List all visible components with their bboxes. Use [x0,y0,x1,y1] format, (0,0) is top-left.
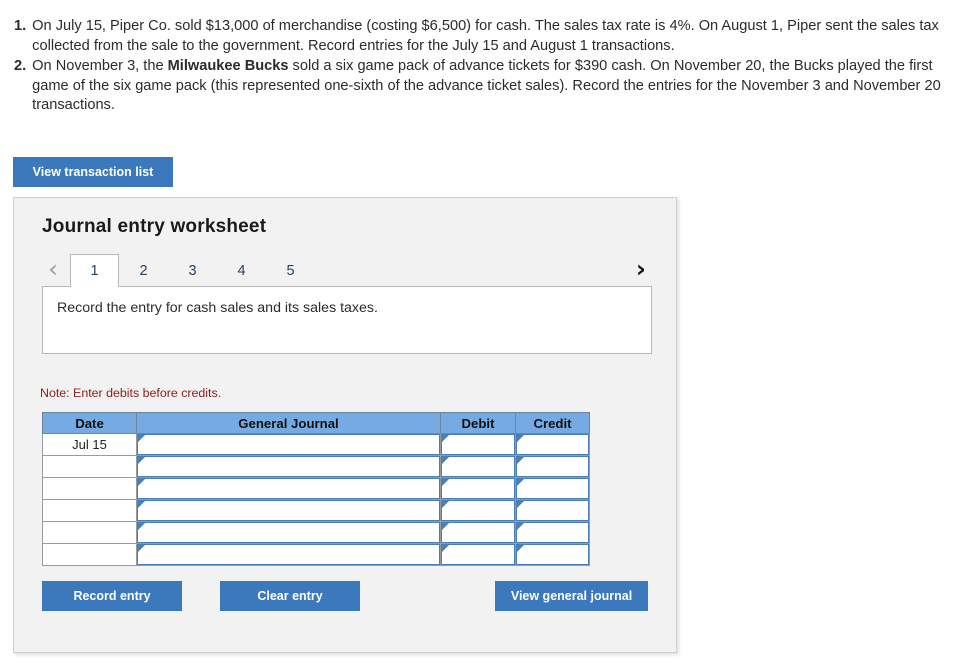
debit-input[interactable] [450,523,512,542]
date-cell [42,521,137,544]
general-journal-input-cell[interactable] [136,543,441,566]
problem-item: 1. On July 15, Piper Co. sold $13,000 of … [14,17,943,56]
debit-input[interactable] [450,435,512,454]
credit-input-cell[interactable] [515,477,590,500]
general-journal-input[interactable] [146,435,437,454]
debit-input-cell[interactable] [440,499,516,522]
date-cell [42,543,137,566]
credit-input[interactable] [525,479,586,498]
record-entry-button[interactable]: Record entry [42,581,182,611]
general-journal-input-cell[interactable] [136,455,441,478]
column-header: Credit [515,412,590,434]
general-journal-input-cell[interactable] [136,499,441,522]
worksheet-tab-1[interactable]: 1 [70,254,119,287]
worksheet-title: Journal entry worksheet [42,216,267,237]
credit-input[interactable] [525,457,586,476]
credit-input[interactable] [525,545,586,564]
journal-entry-worksheet-panel: Journal entry worksheet ‹ 12345 › Record… [13,197,677,653]
worksheet-tab-list: 12345 [70,254,315,287]
table-row [42,477,590,500]
table-row [42,543,590,566]
credit-input-cell[interactable] [515,543,590,566]
journal-entry-table: Date General Journal Debit Credit Jul 15 [42,412,590,566]
general-journal-input[interactable] [146,501,437,520]
date-cell: Jul 15 [42,433,137,456]
credit-input-cell[interactable] [515,521,590,544]
table-body: Jul 15 [42,433,590,566]
general-journal-input[interactable] [146,479,437,498]
date-cell [42,499,137,522]
column-header: Date [42,412,137,434]
worksheet-tab-strip: ‹ 12345 › [42,254,652,287]
table-row: Jul 15 [42,433,590,456]
problem-emphasis: Milwaukee Bucks [167,58,289,74]
problem-fragment: On November 3, the [32,58,168,74]
debit-input[interactable] [450,501,512,520]
general-journal-input[interactable] [146,545,437,564]
debit-input[interactable] [450,479,512,498]
column-header: Debit [440,412,516,434]
worksheet-tab-4[interactable]: 4 [217,254,266,287]
general-journal-input[interactable] [146,457,437,476]
credit-input-cell[interactable] [515,433,590,456]
instruction-text: Record the entry for cash sales and its … [57,300,378,316]
debit-input-cell[interactable] [440,521,516,544]
table-header-row: Date General Journal Debit Credit [42,412,590,434]
problem-item: 2. On November 3, the Milwaukee Bucks sol… [14,57,943,116]
chevron-right-icon[interactable]: › [630,254,652,287]
view-transaction-list-button[interactable]: View transaction list [13,157,173,187]
table-row [42,521,590,544]
debits-before-credits-note: Note: Enter debits before credits. [40,386,222,400]
date-cell [42,455,137,478]
column-header: General Journal [136,412,441,434]
problem-statement-list: 1. On July 15, Piper Co. sold $13,000 of … [0,0,957,116]
general-journal-input[interactable] [146,523,437,542]
worksheet-tab-2[interactable]: 2 [119,254,168,287]
credit-input-cell[interactable] [515,499,590,522]
credit-input-cell[interactable] [515,455,590,478]
credit-input[interactable] [525,523,586,542]
credit-input[interactable] [525,435,586,454]
general-journal-input-cell[interactable] [136,477,441,500]
debit-input-cell[interactable] [440,543,516,566]
problem-text: On July 15, Piper Co. sold $13,000 of me… [32,17,943,56]
debit-input[interactable] [450,457,512,476]
problem-text: On November 3, the Milwaukee Bucks sold … [32,57,943,116]
problem-fragment: On July 15, Piper Co. sold $13,000 of me… [32,18,939,54]
table-row [42,499,590,522]
problem-number: 1. [14,18,27,34]
debit-input-cell[interactable] [440,455,516,478]
problem-number: 2. [14,58,27,74]
instruction-box: Record the entry for cash sales and its … [42,286,652,354]
debit-input[interactable] [450,545,512,564]
debit-input-cell[interactable] [440,433,516,456]
general-journal-input-cell[interactable] [136,521,441,544]
debit-input-cell[interactable] [440,477,516,500]
view-general-journal-button[interactable]: View general journal [495,581,648,611]
worksheet-tab-3[interactable]: 3 [168,254,217,287]
worksheet-tab-5[interactable]: 5 [266,254,315,287]
clear-entry-button[interactable]: Clear entry [220,581,360,611]
general-journal-input-cell[interactable] [136,433,441,456]
date-cell [42,477,137,500]
credit-input[interactable] [525,501,586,520]
table-row [42,455,590,478]
chevron-left-icon[interactable]: ‹ [42,254,64,287]
